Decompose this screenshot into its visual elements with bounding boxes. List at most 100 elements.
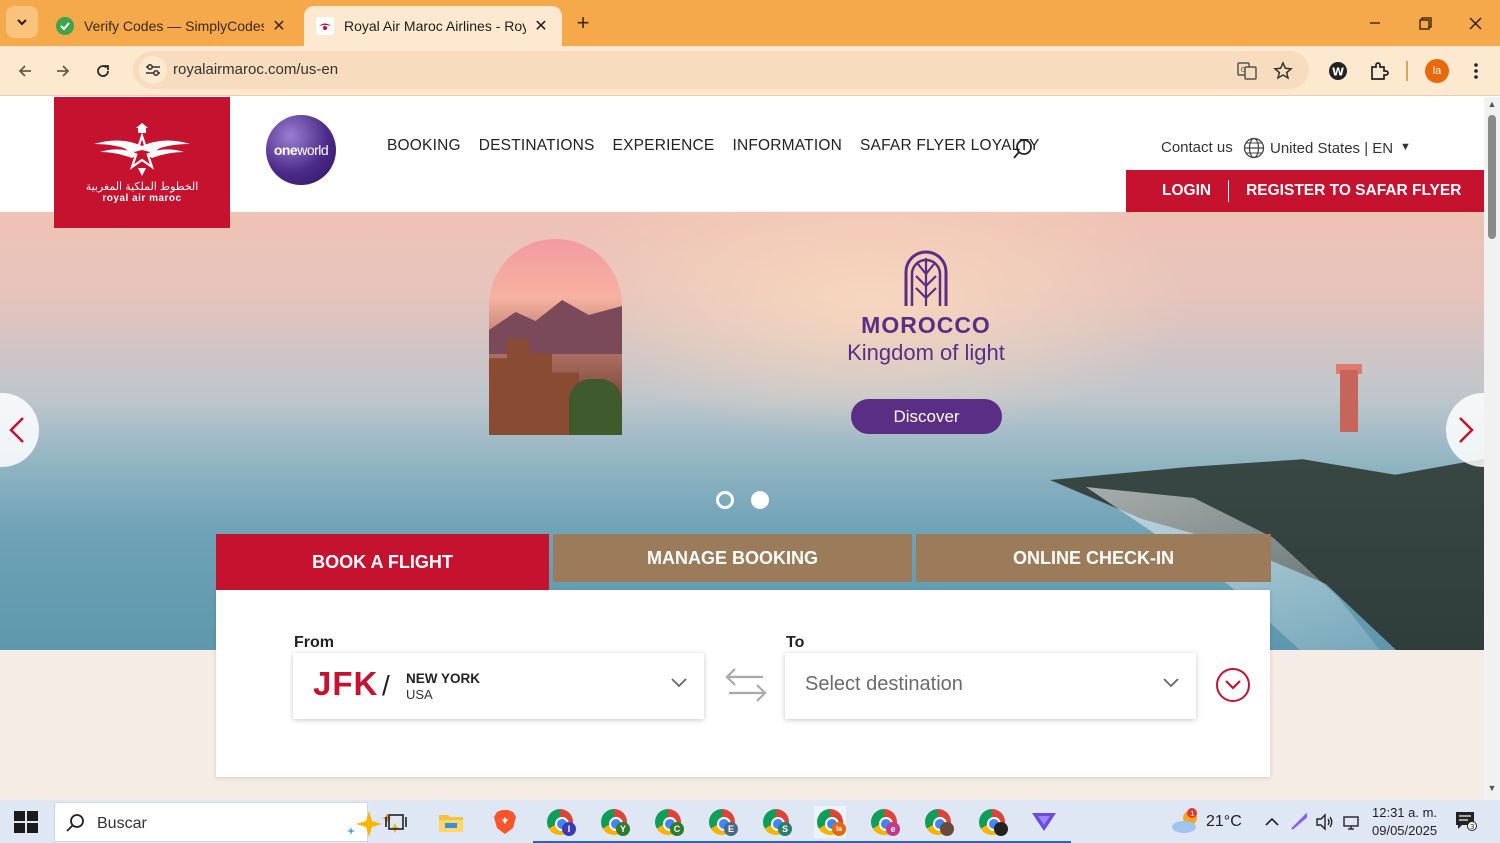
windows-start-icon[interactable] — [14, 811, 38, 833]
clock-time: 12:31 a. m. — [1372, 805, 1438, 820]
to-destination-select[interactable]: Select destination — [785, 653, 1196, 719]
pen-icon[interactable] — [1289, 812, 1309, 832]
notification-count: 3 — [1470, 823, 1474, 831]
chrome-badge: E — [724, 822, 738, 836]
close-tab-icon[interactable]: ✕ — [270, 17, 288, 35]
site-header: الخطوط الملكية المغربية royal air maroc … — [0, 97, 1484, 228]
weather-alert-badge: 1 — [1190, 810, 1194, 818]
show-hidden-icons-chevron-icon[interactable] — [1262, 812, 1282, 832]
notifications-icon[interactable]: 3 — [1455, 811, 1477, 831]
oneworld-world-text: world — [297, 142, 329, 158]
taskbar-search-box[interactable]: Buscar — [54, 802, 400, 842]
morocco-title: MOROCCO — [861, 312, 991, 338]
page-scrollbar[interactable]: ▲ ▼ — [1484, 97, 1500, 800]
chrome-profile-s-icon[interactable]: S — [749, 806, 803, 843]
chrome-badge: S — [778, 822, 792, 836]
restore-window-button[interactable] — [1410, 8, 1440, 38]
close-tab-icon[interactable]: ✕ — [532, 17, 550, 35]
new-tab-button[interactable]: + — [570, 10, 596, 36]
browser-menu-icon[interactable] — [1463, 58, 1489, 84]
royal-air-maroc-logo[interactable]: الخطوط الملكية المغربية royal air maroc — [54, 97, 230, 228]
logo-latin-text: royal air maroc — [102, 192, 182, 204]
oneworld-logo[interactable]: one world — [266, 115, 336, 185]
vpn-app-icon[interactable] — [1017, 806, 1071, 843]
extension-w-icon[interactable]: W — [1325, 58, 1351, 84]
oneworld-one-text: one — [273, 142, 298, 158]
nav-information[interactable]: INFORMATION — [732, 137, 842, 155]
chevron-down-icon — [1225, 680, 1241, 690]
reload-button[interactable] — [88, 56, 118, 86]
tab-simplycodes[interactable]: Verify Codes — SimplyCodes ✕ — [44, 6, 300, 46]
tune-icon — [146, 64, 160, 76]
brave-browser-icon[interactable] — [489, 806, 521, 838]
task-view-icon[interactable] — [380, 806, 412, 838]
from-airport-code: JFK — [313, 665, 379, 702]
slider-dot-1[interactable] — [716, 491, 734, 509]
login-button[interactable]: LOGIN — [1162, 182, 1211, 200]
locale-selector[interactable]: United States | EN — [1270, 140, 1393, 157]
contact-us-link[interactable]: Contact us — [1161, 139, 1233, 156]
chevron-down-icon — [17, 19, 27, 26]
browser-tabstrip: Verify Codes — SimplyCodes ✕ Royal Air M… — [0, 0, 1500, 46]
royal-air-maroc-favicon-icon — [316, 17, 334, 35]
nav-experience[interactable]: EXPERIENCE — [613, 137, 715, 155]
site-info-button[interactable] — [139, 56, 167, 84]
clock-date: 09/05/2025 — [1372, 823, 1438, 838]
chrome-badge: I — [562, 822, 576, 836]
search-icon — [1013, 139, 1032, 159]
volume-icon[interactable] — [1315, 812, 1335, 832]
back-button[interactable] — [10, 56, 40, 86]
close-window-button[interactable] — [1460, 8, 1490, 38]
from-airport-select[interactable]: JFK / NEW YORK USA — [293, 653, 704, 719]
network-icon[interactable] — [1342, 812, 1362, 832]
expand-booking-options-button[interactable] — [1216, 668, 1250, 702]
slider-next-button[interactable] — [1446, 393, 1484, 467]
to-label: To — [786, 634, 805, 651]
scroll-up-icon[interactable]: ▲ — [1487, 99, 1497, 109]
morocco-subtitle: Kingdom of light — [847, 340, 1005, 365]
chrome-profile-c-icon[interactable]: C — [641, 806, 695, 843]
file-explorer-icon[interactable] — [435, 806, 467, 838]
forward-button[interactable] — [48, 56, 78, 86]
chrome-profile-la-icon[interactable]: la — [803, 806, 857, 843]
chrome-profile-e2-icon[interactable]: e — [857, 806, 911, 843]
tab-royal-air-maroc[interactable]: Royal Air Maroc Airlines - Royal ✕ — [304, 6, 562, 46]
slider-prev-button[interactable] — [0, 393, 39, 467]
chevron-down-icon — [671, 678, 687, 688]
chrome-badge: la — [832, 822, 846, 836]
tab-online-check-in[interactable]: ONLINE CHECK-IN — [916, 534, 1271, 582]
nav-booking[interactable]: BOOKING — [387, 137, 461, 155]
register-safar-flyer-button[interactable]: REGISTER TO SAFAR FLYER — [1246, 182, 1461, 200]
nav-destinations[interactable]: DESTINATIONS — [479, 137, 595, 155]
slider-dot-2[interactable] — [751, 491, 769, 509]
bookmark-star-icon[interactable] — [1272, 60, 1294, 82]
system-clock[interactable]: 12:31 a. m. 09/05/2025 — [1372, 804, 1437, 840]
from-separator: / — [382, 670, 390, 701]
chrome-profile-y-icon[interactable]: Y — [587, 806, 641, 843]
address-bar[interactable]: royalairmaroc.com/us-en G — [133, 51, 1309, 89]
scroll-down-icon[interactable]: ▼ — [1487, 783, 1497, 793]
chrome-profile-photo-icon[interactable] — [911, 806, 965, 843]
profile-avatar[interactable]: la — [1425, 59, 1449, 83]
chrome-profile-e-icon[interactable]: E — [695, 806, 749, 843]
tab-search-button[interactable] — [6, 6, 38, 38]
translate-icon[interactable]: G — [1236, 60, 1258, 82]
extensions-puzzle-icon[interactable] — [1366, 58, 1392, 84]
swap-airports-icon[interactable] — [723, 665, 769, 705]
main-nav: BOOKING DESTINATIONS EXPERIENCE INFORMAT… — [387, 137, 1040, 155]
caret-down-icon[interactable]: ▼ — [1400, 141, 1411, 153]
chrome-profile-dark-icon[interactable] — [965, 806, 1019, 843]
tab-manage-booking[interactable]: MANAGE BOOKING — [553, 534, 912, 582]
minimize-window-button[interactable] — [1360, 8, 1390, 38]
chrome-badge: C — [670, 822, 684, 836]
tab-book-a-flight[interactable]: BOOK A FLIGHT — [216, 534, 549, 590]
slider-dots — [716, 491, 769, 509]
scrollbar-thumb[interactable] — [1488, 115, 1496, 239]
web-page: الخطوط الملكية المغربية royal air maroc … — [0, 97, 1484, 800]
discover-button[interactable]: Discover — [851, 399, 1002, 434]
site-search-button[interactable] — [1011, 137, 1035, 161]
forward-arrow-icon — [57, 65, 70, 77]
taskbar-search-placeholder: Buscar — [97, 815, 147, 832]
url-text: royalairmaroc.com/us-en — [173, 61, 339, 78]
chrome-profile-i-icon[interactable]: I — [533, 806, 587, 843]
